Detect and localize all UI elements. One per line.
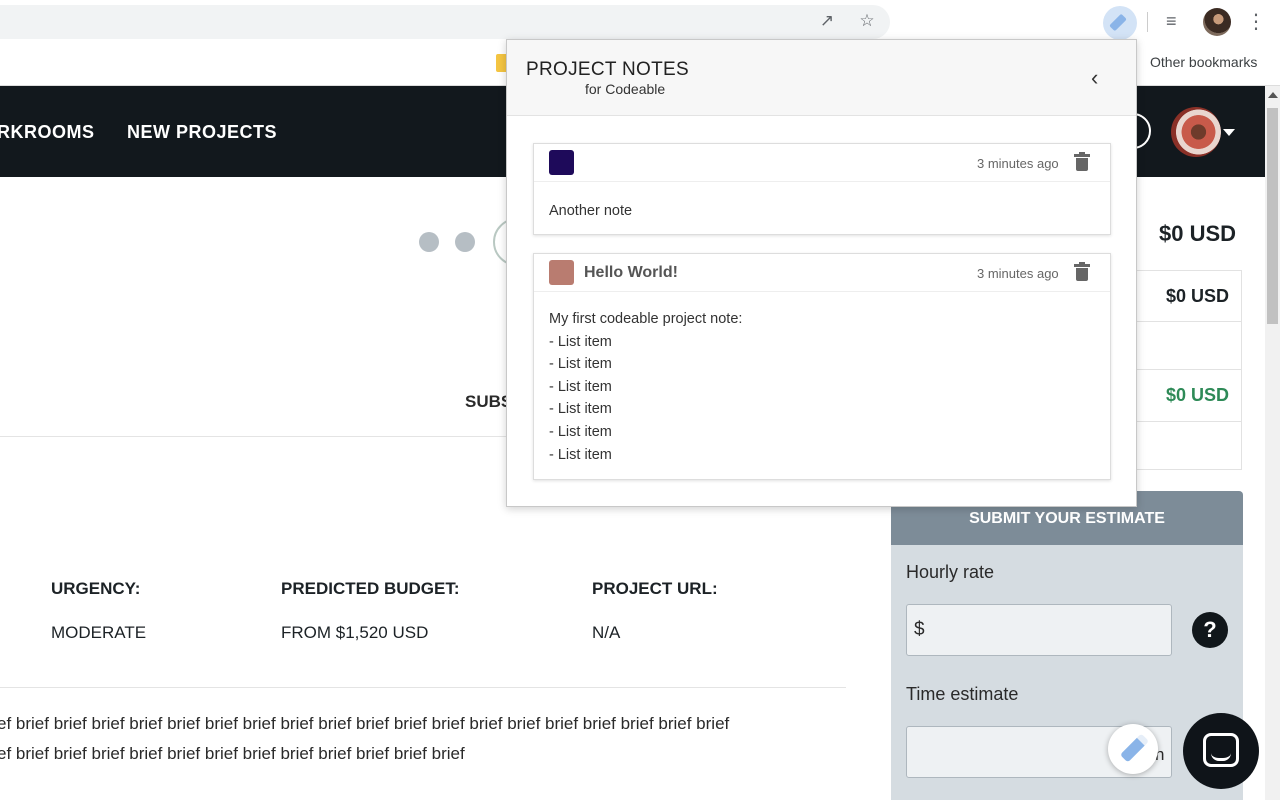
note-title: Hello World!	[584, 264, 678, 281]
address-bar[interactable]	[0, 5, 890, 39]
project-url-value: N/A	[592, 623, 621, 642]
nav-workrooms[interactable]: RKROOMS	[0, 122, 95, 143]
budget-label: PREDICTED BUDGET:	[281, 579, 460, 598]
brief-text-line: ef brief brief brief brief brief brief b…	[0, 744, 465, 763]
note-card[interactable]: 3 minutes ago Another note	[533, 143, 1111, 235]
help-icon[interactable]: ?	[1192, 612, 1228, 648]
note-body[interactable]: My first codeable project note: - List i…	[549, 308, 742, 466]
urgency-value: MODERATE	[51, 623, 147, 642]
scrollbar-thumb[interactable]	[1267, 108, 1278, 324]
note-header: Hello World! 3 minutes ago	[534, 254, 1110, 292]
brief-text-line: ef brief brief brief brief brief brief b…	[0, 714, 730, 733]
heart-icon[interactable]	[455, 232, 475, 252]
caret-down-icon[interactable]	[1223, 129, 1235, 136]
floating-pencil-icon[interactable]	[1108, 724, 1158, 774]
chat-bubble-icon	[1203, 733, 1239, 767]
time-estimate-label: Time estimate	[906, 684, 1019, 704]
note-color-swatch[interactable]	[549, 260, 574, 285]
profile-avatar[interactable]	[1203, 8, 1231, 36]
trash-icon[interactable]	[1074, 262, 1090, 282]
open-in-external-icon[interactable]: ↗	[817, 11, 837, 31]
budget-value: FROM $1,520 USD	[281, 623, 429, 642]
chat-launcher-button[interactable]	[1183, 713, 1259, 789]
popup-header: PROJECT NOTES for Codeable ‹	[507, 40, 1136, 116]
project-notes-popup: PROJECT NOTES for Codeable ‹ 3 minutes a…	[506, 39, 1137, 507]
estimate-title: SUBMIT YOUR ESTIMATE	[969, 510, 1165, 527]
summary-value-earnings: $0 USD	[1166, 385, 1230, 405]
divider	[0, 687, 846, 688]
nav-new-projects[interactable]: NEW PROJECTS	[127, 122, 277, 143]
chevron-left-icon[interactable]: ‹	[1091, 67, 1107, 89]
browser-toolbar: ↗ ☆ ≡ ⋮	[0, 0, 1280, 44]
toolbar-divider	[1147, 12, 1148, 32]
pencil-extension-icon[interactable]	[1103, 6, 1137, 40]
project-url-label: PROJECT URL:	[592, 579, 718, 598]
media-controls-icon[interactable]: ≡	[1166, 11, 1188, 33]
note-body[interactable]: Another note	[549, 200, 632, 223]
note-timestamp: 3 minutes ago	[977, 156, 1059, 171]
note-header: 3 minutes ago	[534, 144, 1110, 182]
other-bookmarks-link[interactable]: Other bookmarks	[1150, 54, 1257, 70]
urgency-label: URGENCY:	[51, 579, 141, 598]
note-timestamp: 3 minutes ago	[977, 266, 1059, 281]
hourly-rate-input[interactable]: $	[906, 604, 1172, 656]
summary-value: $0 USD	[1166, 286, 1230, 306]
popup-title: PROJECT NOTES	[526, 59, 689, 80]
note-card[interactable]: Hello World! 3 minutes ago My first code…	[533, 253, 1111, 480]
user-avatar[interactable]	[1171, 107, 1221, 157]
popup-subtitle: for Codeable	[585, 81, 666, 97]
more-options-icon[interactable]: ⋮	[1246, 9, 1266, 35]
scroll-up-arrow-icon[interactable]	[1268, 92, 1278, 98]
total-amount: $0 USD	[1159, 221, 1237, 246]
play-icon[interactable]	[419, 232, 439, 252]
note-color-swatch[interactable]	[549, 150, 574, 175]
hourly-rate-label: Hourly rate	[906, 562, 995, 582]
trash-icon[interactable]	[1074, 152, 1090, 172]
bookmark-star-icon[interactable]: ☆	[857, 11, 877, 31]
